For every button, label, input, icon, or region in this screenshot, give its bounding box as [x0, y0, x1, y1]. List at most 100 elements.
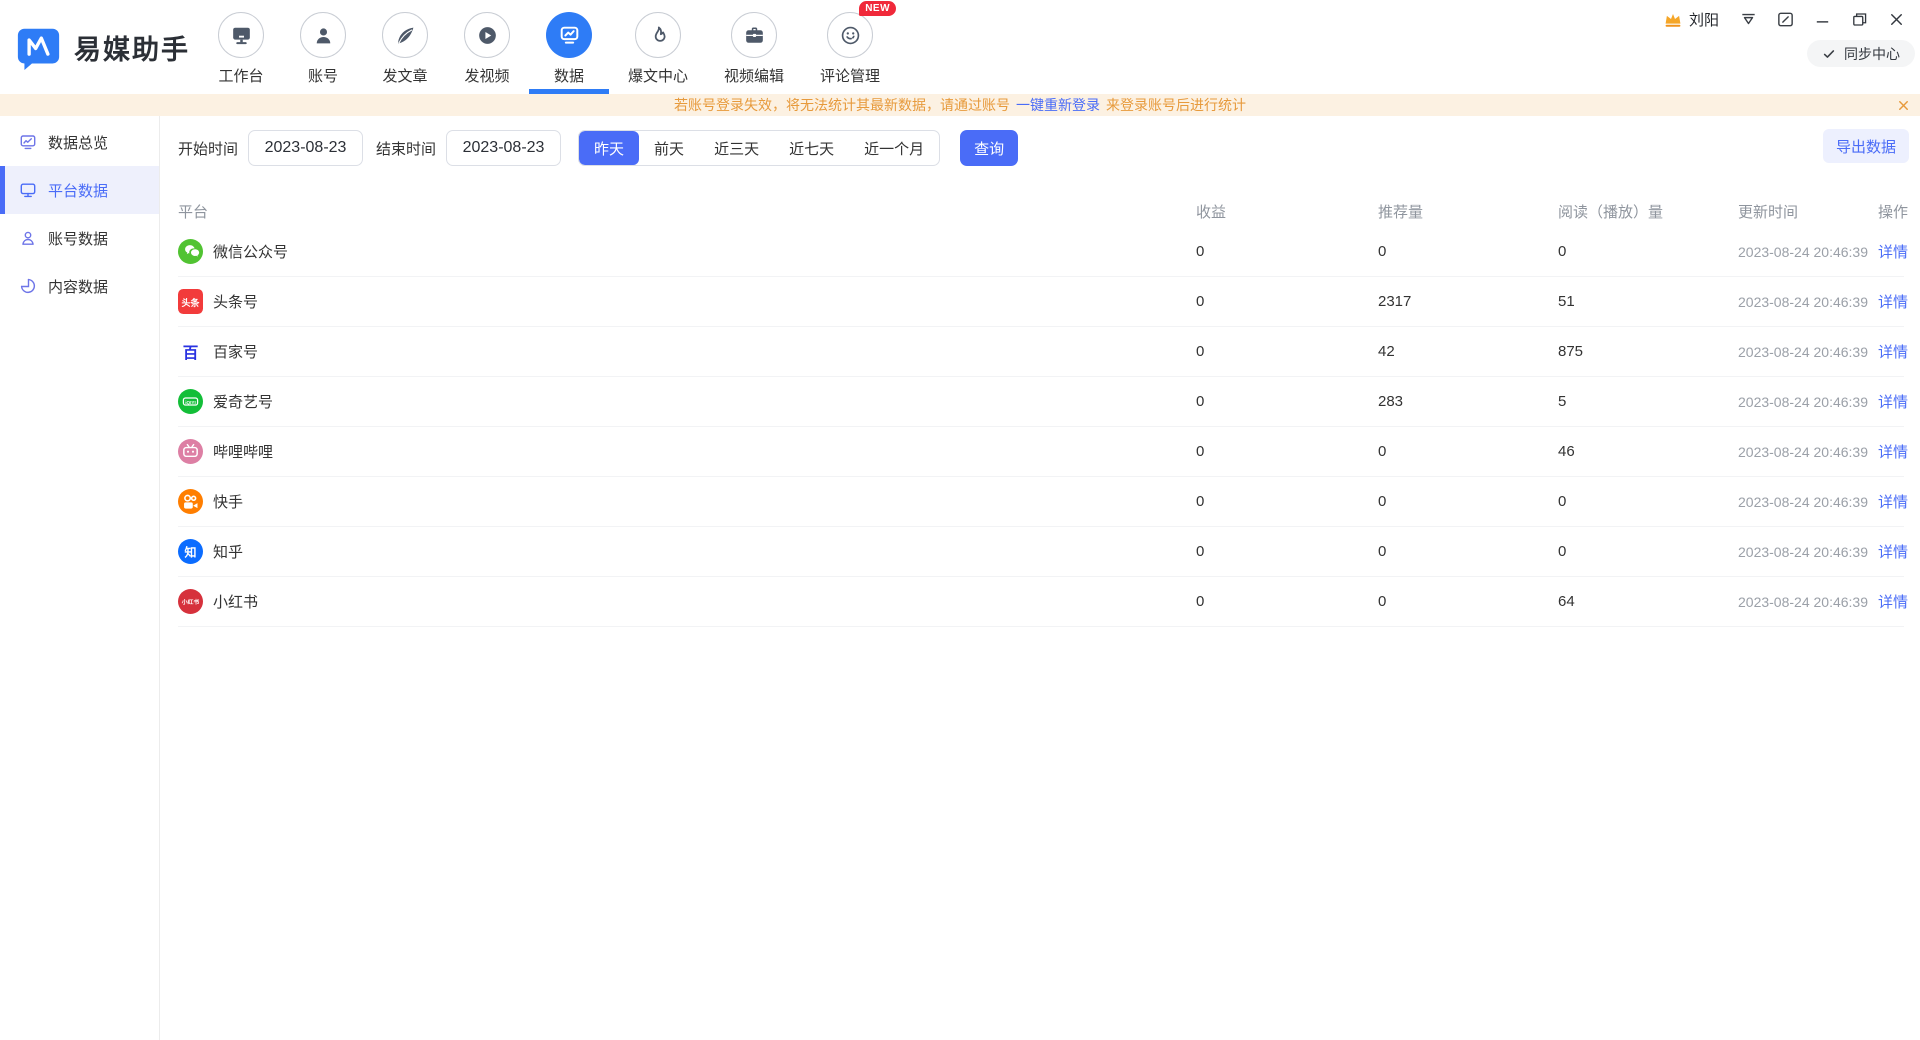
vip-crown-icon — [1663, 10, 1683, 30]
svg-text:小红书: 小红书 — [181, 598, 200, 606]
reads-value: 46 — [1558, 443, 1738, 460]
sidebar-item-account-data[interactable]: 账号数据 — [0, 214, 159, 262]
sidebar-item-data-overview[interactable]: 数据总览 — [0, 118, 159, 166]
minimize-icon[interactable] — [1812, 10, 1832, 30]
export-data-button[interactable]: 导出数据 — [1823, 129, 1909, 163]
revenue-value: 0 — [1196, 543, 1378, 560]
flame-icon — [635, 12, 681, 58]
sync-center-label: 同步中心 — [1844, 44, 1900, 64]
detail-link[interactable]: 详情 — [1878, 491, 1904, 512]
nav-item-video-edit[interactable]: 视频编辑 — [724, 0, 784, 94]
baijiahao-icon: 百 — [178, 339, 203, 364]
feedback-edit-icon[interactable] — [1775, 10, 1795, 30]
reads-value: 51 — [1558, 293, 1738, 310]
table-body: 微信公众号0002023-08-24 20:46:39详情头条头条号023175… — [178, 227, 1904, 627]
relogin-link[interactable]: 一键重新登录 — [1016, 95, 1100, 115]
sync-center-button[interactable]: 同步中心 — [1807, 40, 1915, 67]
sidebar-item-label: 平台数据 — [48, 180, 108, 201]
nav-item-comment-manage[interactable]: 评论管理NEW — [820, 0, 880, 94]
filter-icon[interactable] — [1738, 10, 1758, 30]
revenue-value: 0 — [1196, 393, 1378, 410]
sidebar-item-label: 内容数据 — [48, 276, 108, 297]
close-icon[interactable] — [1886, 10, 1906, 30]
chart-icon — [546, 12, 592, 58]
revenue-value: 0 — [1196, 243, 1378, 260]
new-badge: NEW — [859, 1, 896, 16]
column-header: 平台 — [178, 201, 1196, 222]
sidebar: 数据总览平台数据账号数据内容数据 — [0, 116, 160, 1040]
platform-name: 爱奇艺号 — [213, 391, 273, 412]
end-date-input[interactable]: 2023-08-23 — [446, 130, 561, 166]
nav-item-publish-article[interactable]: 发文章 — [382, 0, 428, 94]
nav-item-account[interactable]: 账号 — [300, 0, 346, 94]
revenue-value: 0 — [1196, 343, 1378, 360]
detail-link[interactable]: 详情 — [1878, 291, 1904, 312]
quick-range-前天[interactable]: 前天 — [639, 131, 699, 165]
detail-link[interactable]: 详情 — [1878, 241, 1904, 262]
nav-item-label: 数据 — [554, 65, 584, 86]
detail-link[interactable]: 详情 — [1878, 591, 1904, 612]
window-area: 刘阳 — [1663, 0, 1920, 30]
quick-range-近三天[interactable]: 近三天 — [699, 131, 774, 165]
platform-name: 百家号 — [213, 341, 258, 362]
notice-close-icon[interactable] — [1897, 94, 1910, 116]
table-row-zhihu: 知知乎0002023-08-24 20:46:39详情 — [178, 527, 1904, 577]
svg-text:知: 知 — [184, 544, 197, 559]
detail-link[interactable]: 详情 — [1878, 391, 1904, 412]
column-header: 阅读（播放）量 — [1558, 201, 1738, 222]
revenue-value: 0 — [1196, 443, 1378, 460]
sidebar-item-platform-data[interactable]: 平台数据 — [0, 166, 159, 214]
user-box[interactable]: 刘阳 — [1663, 9, 1719, 30]
nav-item-label: 评论管理 — [820, 65, 880, 86]
detail-link[interactable]: 详情 — [1878, 341, 1904, 362]
platform-cell: 微信公众号 — [178, 239, 1196, 264]
nav-item-publish-video[interactable]: 发视频 — [464, 0, 510, 94]
updated-time: 2023-08-24 20:46:39 — [1738, 294, 1878, 310]
platform-name: 头条号 — [213, 291, 258, 312]
app-title: 易媒助手 — [74, 28, 190, 67]
quick-range-昨天[interactable]: 昨天 — [579, 131, 639, 165]
xiaohongshu-icon: 小红书 — [178, 589, 203, 614]
quick-range-近七天[interactable]: 近七天 — [774, 131, 849, 165]
start-date-input[interactable]: 2023-08-23 — [248, 130, 363, 166]
column-header: 操作 — [1878, 201, 1904, 222]
platform-cell: 头条头条号 — [178, 289, 1196, 314]
svg-text:iQIYI: iQIYI — [185, 400, 195, 405]
updated-time: 2023-08-24 20:46:39 — [1738, 594, 1878, 610]
nav-item-hot-center[interactable]: 爆文中心 — [628, 0, 688, 94]
workbench-icon — [218, 12, 264, 58]
toutiao-icon: 头条 — [178, 289, 203, 314]
sidebar-item-content-data[interactable]: 内容数据 — [0, 262, 159, 310]
platform-name: 知乎 — [213, 541, 243, 562]
end-time-label: 结束时间 — [376, 138, 436, 159]
quick-range-近一个月[interactable]: 近一个月 — [849, 131, 939, 165]
platform-cell: 知 知乎 — [178, 539, 1196, 564]
recommend-value: 0 — [1378, 593, 1558, 610]
updated-time: 2023-08-24 20:46:39 — [1738, 494, 1878, 510]
nav-item-data[interactable]: 数据 — [546, 0, 592, 94]
detail-link[interactable]: 详情 — [1878, 541, 1904, 562]
query-button[interactable]: 查询 — [960, 130, 1018, 166]
platform-cell: 哔哩哔哩 — [178, 439, 1196, 464]
nav-item-workbench[interactable]: 工作台 — [218, 0, 264, 94]
reads-value: 5 — [1558, 393, 1738, 410]
revenue-value: 0 — [1196, 493, 1378, 510]
content-area: 开始时间 2023-08-23 结束时间 2023-08-23 昨天前天近三天近… — [160, 116, 1920, 1040]
nav-item-label: 发文章 — [382, 65, 427, 86]
app-logo-icon — [16, 25, 61, 70]
table-row-baijiahao: 百百家号0428752023-08-24 20:46:39详情 — [178, 327, 1904, 377]
platform-name: 快手 — [213, 491, 243, 512]
nav-item-label: 账号 — [308, 65, 338, 86]
reads-value: 64 — [1558, 593, 1738, 610]
recommend-value: 0 — [1378, 243, 1558, 260]
nav-item-label: 发视频 — [464, 65, 509, 86]
recommend-value: 283 — [1378, 393, 1558, 410]
app-logo: 易媒助手 — [16, 0, 190, 94]
platform-cell: 小红书小红书 — [178, 589, 1196, 614]
play-icon — [464, 12, 510, 58]
bilibili-icon — [178, 439, 203, 464]
revenue-value: 0 — [1196, 293, 1378, 310]
table-row-iqiyi: iQIYI爱奇艺号028352023-08-24 20:46:39详情 — [178, 377, 1904, 427]
detail-link[interactable]: 详情 — [1878, 441, 1904, 462]
maximize-restore-icon[interactable] — [1849, 10, 1869, 30]
